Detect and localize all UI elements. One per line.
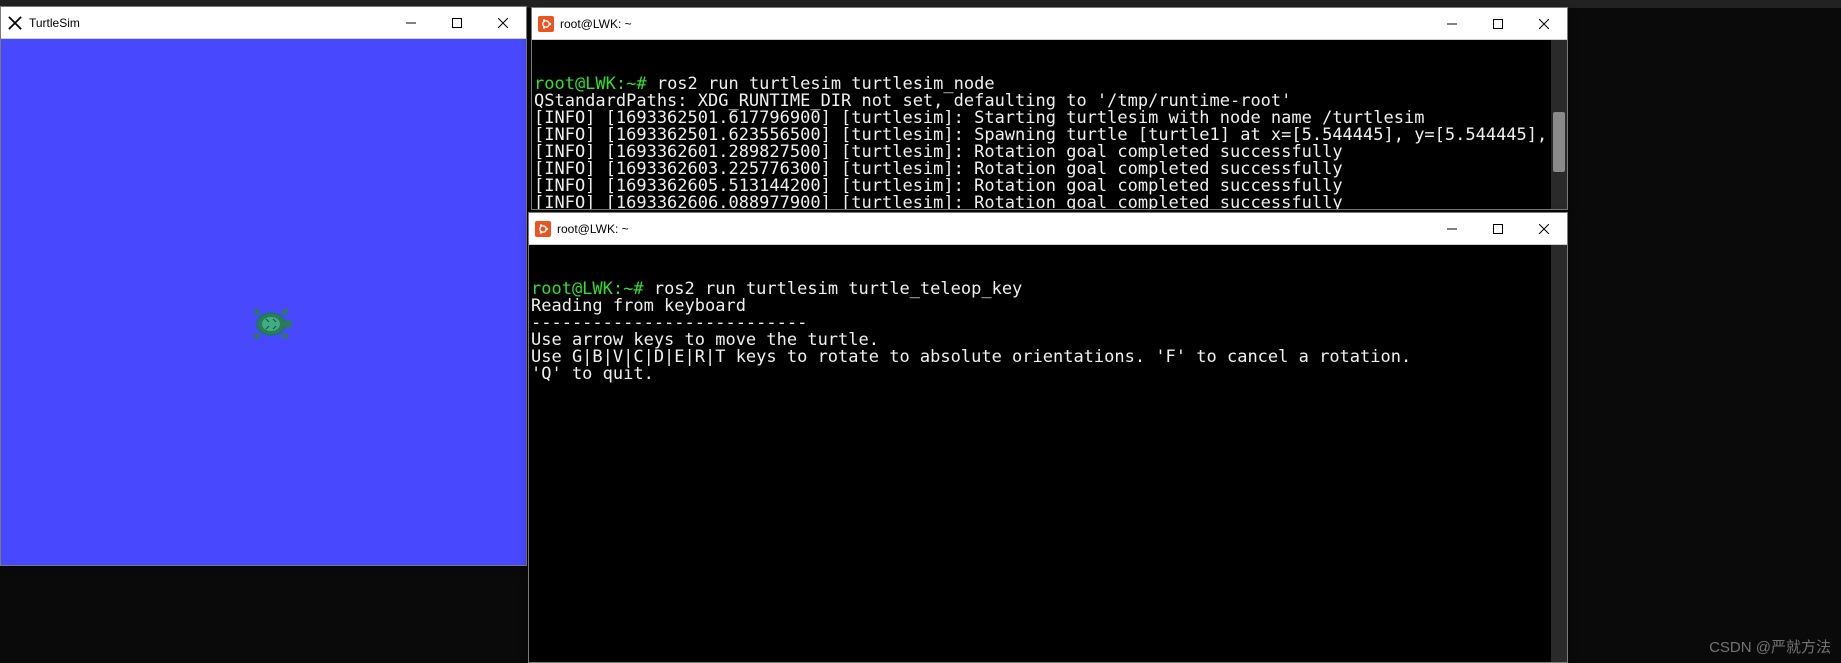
terminal-bottom-titlebar[interactable]: root@LWK: ~: [529, 213, 1567, 245]
maximize-button[interactable]: [1475, 213, 1521, 244]
terminal-top-window: root@LWK: ~ root@LWK:~# ros2 run turtles…: [531, 7, 1568, 210]
terminal-top-titlebar[interactable]: root@LWK: ~: [532, 8, 1567, 40]
maximize-button[interactable]: [434, 7, 480, 38]
window-controls: [1429, 8, 1567, 39]
turtlesim-titlebar[interactable]: TurtleSim: [1, 7, 526, 39]
ubuntu-icon: [538, 16, 554, 32]
terminal-line: 'Q' to quit.: [531, 366, 1567, 383]
minimize-button[interactable]: [1429, 8, 1475, 39]
terminal-bottom-output[interactable]: root@LWK:~# ros2 run turtlesim turtle_te…: [529, 245, 1567, 662]
turtlesim-title: TurtleSim: [29, 16, 388, 30]
terminal-line: Use G|B|V|C|D|E|R|T keys to rotate to ab…: [531, 349, 1567, 366]
turtlesim-window: TurtleSim: [0, 6, 527, 566]
scroll-thumb[interactable]: [1553, 112, 1565, 172]
scrollbar[interactable]: [1551, 245, 1567, 662]
terminal-line: [INFO] [1693362606.088977900] [turtlesim…: [534, 195, 1567, 209]
terminal-bottom-title: root@LWK: ~: [557, 222, 1429, 236]
minimize-button[interactable]: [388, 7, 434, 38]
close-button[interactable]: [1521, 8, 1567, 39]
window-controls: [1429, 213, 1567, 244]
maximize-button[interactable]: [1475, 8, 1521, 39]
window-controls: [388, 7, 526, 38]
close-button[interactable]: [480, 7, 526, 38]
watermark: CSDN @严就方法: [1709, 636, 1831, 657]
ubuntu-icon: [535, 221, 551, 237]
terminal-top-title: root@LWK: ~: [560, 17, 1429, 31]
scrollbar[interactable]: [1551, 40, 1567, 209]
turtlesim-canvas[interactable]: [1, 39, 526, 565]
turtle-sprite: [246, 299, 296, 349]
x11-icon: [7, 15, 23, 31]
close-button[interactable]: [1521, 213, 1567, 244]
terminal-top-output[interactable]: root@LWK:~# ros2 run turtlesim turtlesim…: [532, 40, 1567, 209]
terminal-bottom-window: root@LWK: ~ root@LWK:~# ros2 run turtles…: [528, 212, 1568, 663]
minimize-button[interactable]: [1429, 213, 1475, 244]
